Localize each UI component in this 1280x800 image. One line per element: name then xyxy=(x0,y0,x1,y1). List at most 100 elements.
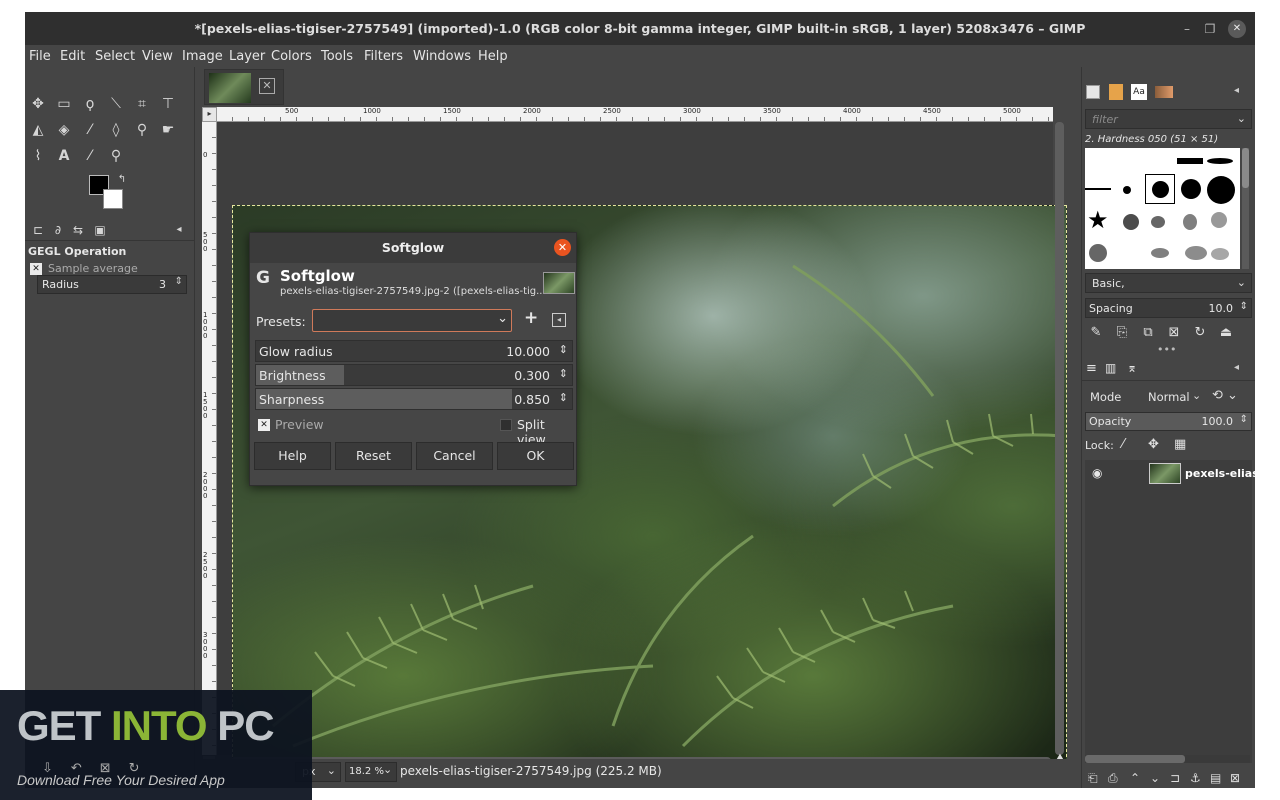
ok-button[interactable]: OK xyxy=(497,442,574,470)
warp-icon[interactable]: ◭ xyxy=(27,119,49,141)
open-brush-as-image-icon[interactable]: ⏏ xyxy=(1218,325,1234,341)
lock-position-icon[interactable]: ✥ xyxy=(1148,437,1159,452)
clone-icon[interactable]: ⚲ xyxy=(131,119,153,141)
add-preset-icon[interactable]: + xyxy=(524,308,538,328)
menu-colors[interactable]: Colors xyxy=(271,48,312,66)
brush-item[interactable] xyxy=(1207,176,1235,204)
menu-view[interactable]: View xyxy=(142,48,173,66)
brush-item[interactable]: ★ xyxy=(1087,208,1109,232)
brush-item[interactable] xyxy=(1185,246,1207,260)
chevron-down-icon[interactable]: ⌄ xyxy=(1237,112,1246,125)
background-color-swatch[interactable] xyxy=(103,189,123,209)
mask-layer-icon[interactable]: ▤ xyxy=(1210,771,1221,785)
new-layer-icon[interactable]: ⎙ xyxy=(1108,771,1118,786)
brush-tag-select[interactable]: Basic, ⌄ xyxy=(1085,273,1252,293)
tab-menu-icon[interactable]: ◂ xyxy=(1234,85,1239,96)
smudge-icon[interactable]: ☛ xyxy=(157,119,179,141)
brush-item[interactable] xyxy=(1207,158,1233,164)
menu-windows[interactable]: Windows xyxy=(413,48,471,66)
mode-select[interactable]: Normal xyxy=(1148,390,1190,404)
raise-layer-icon[interactable]: ⌃ xyxy=(1130,771,1140,785)
dock-separator-handle[interactable]: ••• xyxy=(1157,343,1176,356)
sample-average-checkbox[interactable]: ✕ xyxy=(30,263,42,275)
bucket-fill-icon[interactable]: ◈ xyxy=(53,119,75,141)
presets-select[interactable]: ⌄ xyxy=(312,309,512,332)
brush-item[interactable] xyxy=(1085,188,1111,190)
device-status-tab-icon[interactable]: ∂ xyxy=(47,219,69,241)
close-icon[interactable]: ✕ xyxy=(259,78,275,94)
brush-item[interactable] xyxy=(1123,214,1139,230)
chevron-down-icon[interactable]: ⌄ xyxy=(1237,276,1246,289)
tab-menu-icon[interactable]: ◂ xyxy=(168,219,190,241)
tool-options-tab-icon[interactable]: ⊏ xyxy=(27,219,49,241)
channels-tab-icon[interactable]: ▥ xyxy=(1105,361,1116,375)
brush-item[interactable] xyxy=(1151,248,1169,258)
brush-item[interactable] xyxy=(1177,158,1203,164)
refresh-brushes-icon[interactable]: ↻ xyxy=(1192,325,1208,341)
eraser-icon[interactable]: ◊ xyxy=(105,119,127,141)
brush-item[interactable] xyxy=(1181,179,1201,199)
quick-mask-toggle-icon[interactable]: ▸ xyxy=(202,107,217,122)
fuzzy-select-icon[interactable]: ⟍ xyxy=(105,93,127,115)
cancel-button[interactable]: Cancel xyxy=(416,442,493,470)
menu-edit[interactable]: Edit xyxy=(60,48,85,66)
spin-icon[interactable]: ⇕ xyxy=(559,367,568,380)
help-button[interactable]: Help xyxy=(254,442,331,470)
duplicate-brush-icon[interactable]: ⧉ xyxy=(1140,325,1156,341)
free-select-icon[interactable]: ϙ xyxy=(79,93,101,115)
paths-tab-icon[interactable]: ⌆ xyxy=(1127,361,1137,375)
images-tab-icon[interactable]: ▣ xyxy=(89,219,111,241)
color-picker-icon[interactable]: ⁄ xyxy=(79,145,101,167)
brush-filter-input[interactable]: filter ⌄ xyxy=(1085,109,1252,129)
close-icon[interactable]: ✕ xyxy=(554,239,571,256)
spin-icon[interactable]: ⇕ xyxy=(559,391,568,404)
menu-tools[interactable]: Tools xyxy=(321,48,353,66)
brush-item-selected[interactable] xyxy=(1145,174,1175,204)
spacing-spin-icon[interactable]: ⇕ xyxy=(1240,301,1248,312)
vertical-ruler[interactable]: 0 500 1000 1500 2000 2500 3000 xyxy=(202,122,217,755)
edit-brush-icon[interactable]: ✎ xyxy=(1088,325,1104,341)
paintbrush-icon[interactable]: ⁄ xyxy=(79,119,101,141)
glow-radius-slider[interactable]: Glow radius 10.000 ⇕ xyxy=(255,340,573,362)
brush-grid[interactable]: ★ xyxy=(1085,148,1240,269)
layers-scrollbar-thumb[interactable] xyxy=(1085,755,1185,763)
dialog-title-bar[interactable]: Softglow ✕ xyxy=(250,233,576,263)
menu-filters[interactable]: Filters xyxy=(364,48,403,66)
zoom-icon[interactable]: ⚲ xyxy=(105,145,127,167)
unified-transform-icon[interactable]: ⊤ xyxy=(157,93,179,115)
image-tab[interactable]: ✕ xyxy=(204,69,284,105)
vertical-scrollbar[interactable] xyxy=(1055,122,1064,755)
spin-icon[interactable]: ⇕ xyxy=(559,343,568,356)
new-layer-group-icon[interactable]: ⎗ xyxy=(1088,771,1098,786)
maximize-button[interactable]: ❐ xyxy=(1201,20,1219,38)
crop-icon[interactable]: ⌗ xyxy=(131,93,153,115)
close-window-button[interactable]: ✕ xyxy=(1228,20,1246,38)
duplicate-layer-icon[interactable]: ⊐ xyxy=(1170,771,1180,785)
rect-select-icon[interactable]: ▭ xyxy=(53,93,75,115)
menu-help[interactable]: Help xyxy=(478,48,508,66)
anchor-layer-icon[interactable]: ⚓ xyxy=(1190,771,1201,785)
menu-file[interactable]: File xyxy=(29,48,51,66)
horizontal-ruler[interactable]: 500 1000 1500 2000 2500 3000 3500 4000 4… xyxy=(217,107,1053,122)
lower-layer-icon[interactable]: ⌄ xyxy=(1150,771,1160,785)
menu-layer[interactable]: Layer xyxy=(229,48,265,66)
undo-history-tab-icon[interactable]: ⇆ xyxy=(67,219,89,241)
radius-spin-icon[interactable]: ⇕ xyxy=(175,276,183,287)
opacity-spin-icon[interactable]: ⇕ xyxy=(1240,414,1248,425)
new-brush-icon[interactable]: ⎘ xyxy=(1114,325,1130,341)
brush-item[interactable] xyxy=(1089,244,1107,262)
opacity-field[interactable]: Opacity 100.0 ⇕ xyxy=(1085,412,1252,431)
mode-reset-icon[interactable]: ⟲ ⌄ xyxy=(1212,388,1238,403)
lock-alpha-icon[interactable]: ▦ xyxy=(1174,437,1186,452)
chevron-down-icon[interactable]: ⌄ xyxy=(383,763,392,776)
brush-scrollbar-thumb[interactable] xyxy=(1242,148,1249,188)
delete-layer-icon[interactable]: ⊠ xyxy=(1230,771,1240,785)
layers-tab-icon[interactable]: ≡ xyxy=(1086,361,1097,376)
delete-brush-icon[interactable]: ⊠ xyxy=(1166,325,1182,341)
swap-colors-icon[interactable]: ↰ xyxy=(111,169,133,191)
sharpness-slider[interactable]: Sharpness 0.850 ⇕ xyxy=(255,388,573,410)
brush-item[interactable] xyxy=(1123,186,1131,194)
reset-button[interactable]: Reset xyxy=(335,442,412,470)
gradients-tab-icon[interactable] xyxy=(1155,86,1173,98)
brush-item[interactable] xyxy=(1183,214,1197,230)
